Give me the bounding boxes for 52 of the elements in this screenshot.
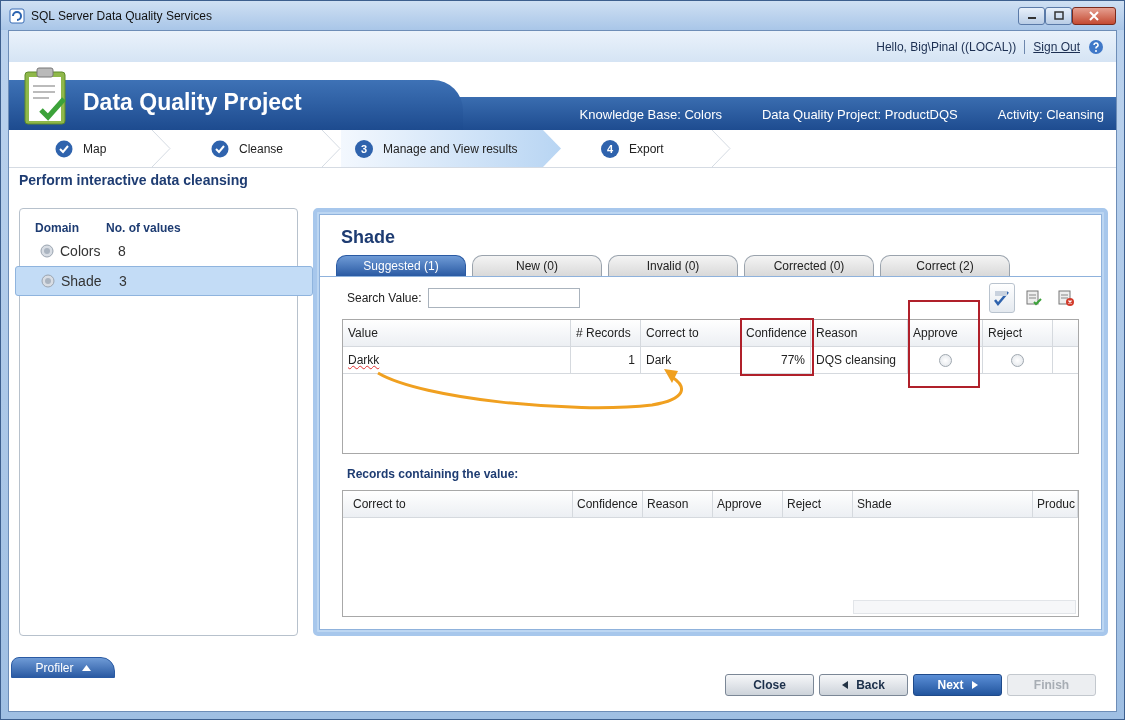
column-header[interactable]: Value (343, 320, 571, 346)
table-cell: DQS cleansing (811, 347, 908, 373)
profiler-tab[interactable]: Profiler (11, 657, 115, 678)
wizard-step[interactable]: Map (9, 130, 171, 167)
column-header[interactable]: Approve (713, 491, 783, 517)
search-label: Search Value: (347, 291, 422, 305)
wizard-step[interactable]: 3 Manage and View results (341, 130, 561, 167)
column-header[interactable]: Correct to (641, 320, 741, 346)
tab[interactable]: Invalid (0) (608, 255, 738, 276)
column-heading: No. of values (106, 221, 181, 235)
column-header[interactable]: Confidence (573, 491, 643, 517)
column-header[interactable]: Confidence (741, 320, 811, 346)
step-number: 3 (355, 139, 373, 158)
table-cell: 1 (571, 347, 641, 373)
banner-info-text: Data Quality Project: ProductDQS (761, 107, 958, 122)
domain-list-item[interactable]: Shade 3 (15, 266, 313, 296)
tab[interactable]: Suggested (1) (336, 255, 466, 276)
column-header[interactable]: Correct to (343, 491, 573, 517)
step-label: Export (629, 141, 664, 156)
banner-info-text: Activity: Cleansing (997, 107, 1104, 122)
banner-title: Data Quality Project (83, 89, 302, 116)
domain-list-item[interactable]: Colors 8 (20, 237, 297, 265)
window-title: SQL Server Data Quality Services (31, 8, 212, 23)
column-header[interactable]: Reason (643, 491, 713, 517)
tab[interactable]: New (0) (472, 255, 602, 276)
step-label: Map (83, 141, 107, 156)
page-title: Perform interactive data cleansing (18, 171, 249, 190)
section-title: Records containing the value: (346, 466, 520, 483)
column-header[interactable]: Produc (1033, 491, 1078, 517)
column-header[interactable]: # Records (571, 320, 641, 346)
column-header[interactable]: Approve (908, 320, 983, 346)
step-label: Manage and View results (383, 141, 518, 156)
greeting-text: Hello, Big\Pinal ((LOCAL)) (876, 39, 1017, 54)
column-header[interactable]: Shade (853, 491, 1033, 517)
step-label: Cleanse (239, 141, 284, 156)
tab[interactable]: Corrected (0) (744, 255, 874, 276)
column-header[interactable]: Reject (983, 320, 1053, 346)
wizard-step[interactable]: Cleanse (171, 130, 341, 167)
domain-title: Shade (340, 227, 397, 249)
table-cell: Darkk (343, 347, 571, 373)
wizard-button[interactable]: Close (725, 674, 814, 696)
banner-info-text: Knowledge Base: Colors (579, 107, 722, 122)
tab[interactable]: Correct (2) (880, 255, 1010, 276)
table-cell: 77% (741, 347, 811, 373)
column-header[interactable]: Reason (811, 320, 908, 346)
column-heading: Domain (35, 221, 80, 235)
sign-out-link[interactable]: Sign Out (1033, 39, 1080, 54)
column-header[interactable]: Reject (783, 491, 853, 517)
wizard-button[interactable]: Back (819, 674, 908, 696)
step-number: 4 (601, 139, 619, 158)
wizard-button[interactable]: Next (913, 674, 1002, 696)
wizard-step[interactable]: 4 Export (561, 130, 731, 167)
